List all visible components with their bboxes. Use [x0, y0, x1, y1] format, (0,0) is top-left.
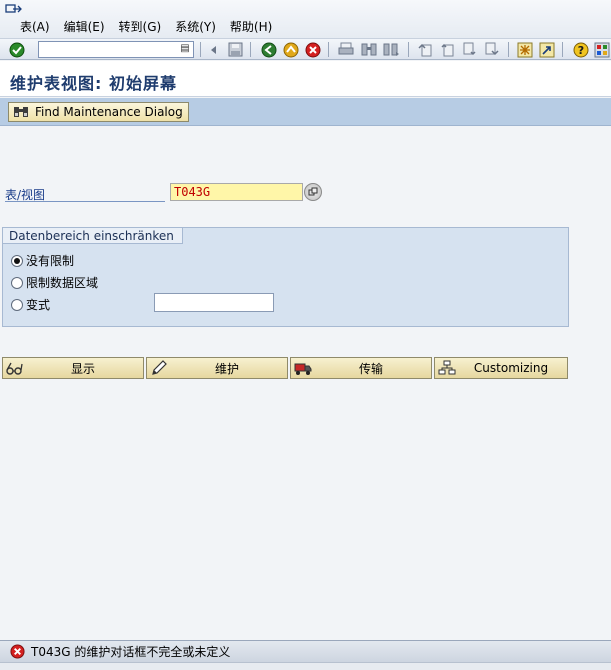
layout-icon[interactable]: [593, 41, 611, 58]
display-label: 显示: [70, 361, 95, 376]
standard-toolbar: ▤ ?: [0, 38, 611, 60]
radio-button[interactable]: [11, 298, 23, 311]
toolbar-separator: [408, 42, 409, 57]
find-next-icon[interactable]: [382, 41, 400, 58]
toolbar-separator: [562, 42, 563, 57]
back-arrow-icon[interactable]: [205, 41, 223, 58]
command-dropdown-icon[interactable]: ▤: [178, 42, 192, 56]
shortcut-icon[interactable]: [538, 41, 556, 58]
transport-button[interactable]: 传输: [290, 357, 432, 379]
customizing-button[interactable]: Customizing: [434, 357, 568, 379]
main-content: 表/视图 T043G Datenbereich einschränken 没有限…: [0, 127, 611, 640]
bottom-strip: [0, 662, 611, 670]
first-page-icon[interactable]: [416, 41, 434, 58]
transport-label: 传输: [358, 361, 383, 376]
system-menu-icon[interactable]: [5, 3, 23, 15]
page-title: 维护表视图: 初始屏幕: [10, 74, 177, 93]
toolbar-separator: [200, 42, 201, 57]
table-view-input[interactable]: T043G: [170, 183, 303, 201]
value-help-icon[interactable]: [304, 183, 322, 201]
maintain-button[interactable]: 维护: [146, 357, 288, 379]
status-bar[interactable]: T043G 的维护对话框不完全或未定义: [0, 640, 611, 662]
previous-page-icon[interactable]: [438, 41, 456, 58]
new-session-icon[interactable]: [516, 41, 534, 58]
radio-button[interactable]: [11, 276, 23, 289]
radio-label: 变式: [26, 298, 51, 312]
menu-system[interactable]: 系统(Y): [175, 18, 216, 35]
save-icon[interactable]: [226, 41, 244, 58]
maintain-label: 维护: [214, 361, 239, 376]
menu-table[interactable]: 表(A): [20, 18, 50, 35]
menu-goto[interactable]: 转到(G): [119, 18, 162, 35]
help-icon[interactable]: ?: [572, 41, 590, 58]
exit-icon[interactable]: [282, 41, 300, 58]
toolbar-separator: [328, 42, 329, 57]
command-field[interactable]: [38, 41, 194, 58]
label-underline: [5, 201, 165, 202]
last-page-icon[interactable]: [482, 41, 500, 58]
find-maintenance-dialog-label: Find Maintenance Dialog: [35, 105, 183, 119]
title-area: 维护表视图: 初始屏幕: [0, 61, 611, 97]
menu-bar: 表(A) 编辑(E) 转到(G) 系统(Y) 帮助(H): [0, 16, 611, 36]
toolbar-separator: [250, 42, 251, 57]
variant-input[interactable]: [154, 293, 274, 312]
error-icon: [10, 644, 25, 659]
back-icon[interactable]: [260, 41, 278, 58]
radio-button[interactable]: [11, 254, 23, 267]
radio-no-restriction[interactable]: 没有限制: [11, 252, 74, 269]
hierarchy-icon: [438, 360, 456, 375]
next-page-icon[interactable]: [460, 41, 478, 58]
find-icon[interactable]: [360, 41, 378, 58]
group-title: Datenbereich einschränken: [3, 228, 183, 244]
menu-help[interactable]: 帮助(H): [230, 18, 272, 35]
binoculars-icon: [14, 107, 28, 117]
display-button[interactable]: 显示: [2, 357, 144, 379]
svg-text:?: ?: [578, 44, 584, 57]
radio-label: 没有限制: [26, 254, 75, 268]
glasses-icon: [6, 362, 23, 375]
toolbar-separator: [508, 42, 509, 57]
application-toolbar: Find Maintenance Dialog: [0, 98, 611, 126]
find-maintenance-dialog-button[interactable]: Find Maintenance Dialog: [8, 102, 189, 122]
cancel-icon[interactable]: [304, 41, 322, 58]
window-header: 表(A) 编辑(E) 转到(G) 系统(Y) 帮助(H): [0, 0, 611, 38]
menu-edit[interactable]: 编辑(E): [64, 18, 105, 35]
pencil-icon: [152, 360, 167, 375]
radio-variant[interactable]: 变式: [11, 296, 50, 313]
status-message: T043G 的维护对话框不完全或未定义: [31, 645, 231, 659]
print-icon[interactable]: [337, 41, 355, 58]
radio-label: 限制数据区域: [26, 276, 99, 290]
truck-icon: [294, 363, 312, 375]
enter-icon[interactable]: [8, 41, 26, 58]
data-range-group: Datenbereich einschränken 没有限制 限制数据区域 变式: [2, 227, 569, 327]
radio-restrict-range[interactable]: 限制数据区域: [11, 274, 98, 291]
